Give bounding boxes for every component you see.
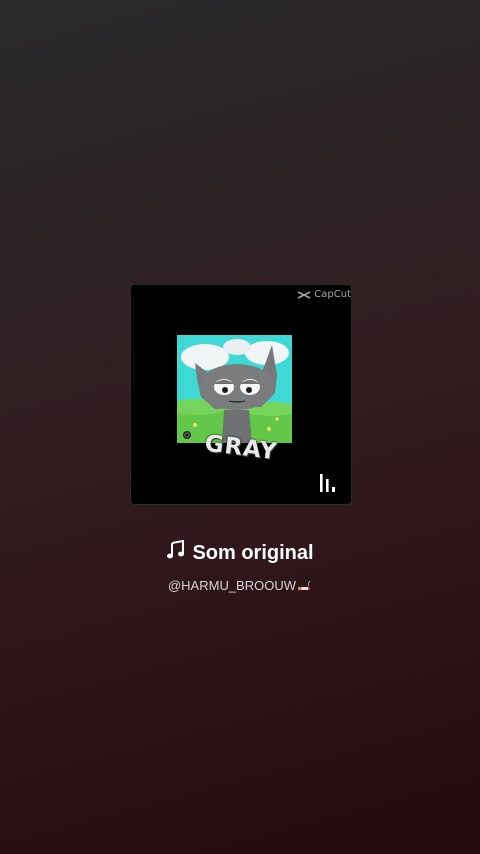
gray-character-image [177, 335, 292, 443]
equalizer-bars-icon [320, 474, 335, 492]
sound-title[interactable]: Som original [0, 540, 480, 566]
capcut-watermark-text: CapCut [314, 289, 351, 300]
album-cover[interactable]: CapCut GRAY [130, 284, 352, 505]
cover-artwork [177, 335, 292, 443]
sound-title-text: Som original [192, 542, 314, 564]
capcut-logo-icon [297, 290, 311, 299]
capcut-watermark: CapCut [296, 289, 351, 300]
author-handle[interactable]: @HARMU_BROOUW [0, 577, 480, 595]
author-handle-text: @HARMU_BROOUW [167, 578, 297, 593]
music-note-icon [167, 540, 185, 559]
cigarette-icon [298, 581, 311, 590]
